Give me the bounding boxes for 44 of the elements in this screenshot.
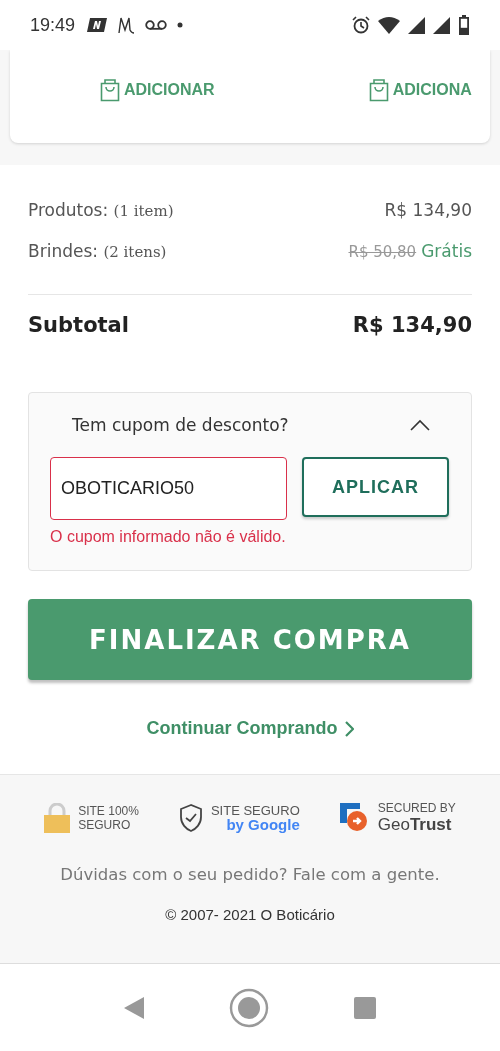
shopping-bag-icon	[368, 78, 389, 102]
recents-button[interactable]	[354, 996, 376, 1019]
old-price: R$ 50,80	[348, 243, 417, 261]
badge-text: SITE 100%	[78, 804, 139, 818]
shield-check-icon	[178, 804, 203, 832]
badge-text: GeoTrust	[377, 815, 453, 835]
coupon-field[interactable]: OBOTICARIO50	[50, 457, 287, 520]
item-count: (1 item)	[113, 202, 174, 220]
clock-time: 19:49	[30, 14, 76, 36]
badge-text: by Google	[225, 818, 300, 832]
add-to-bag-button[interactable]: ADICIONA	[368, 78, 472, 102]
shopping-bag-icon	[100, 78, 120, 102]
voicemail-icon	[145, 20, 168, 30]
home-button[interactable]	[229, 987, 269, 1028]
chevron-right-icon	[343, 720, 354, 737]
summary-label: Produtos:	[28, 200, 109, 220]
letter-m-icon	[117, 16, 136, 34]
checkout-button[interactable]: FINALIZAR COMPRA	[28, 599, 472, 680]
subtotal-label: Subtotal	[28, 313, 129, 337]
price-value: R$ 134,90	[384, 200, 472, 220]
notification-icon	[87, 18, 108, 32]
subtotal-value: R$ 134,90	[352, 313, 472, 337]
apply-button[interactable]: APLICAR	[302, 457, 449, 517]
continue-shopping-link[interactable]: Continuar Comprando	[146, 718, 354, 739]
signal-icon	[408, 16, 425, 34]
badge-text: SITE SEGURO	[210, 804, 300, 818]
geotrust-logo-icon	[339, 803, 370, 833]
padlock-icon	[44, 803, 71, 833]
coupon-toggle[interactable]: Tem cupom de desconto?	[50, 393, 450, 457]
error-message: O cupom informado não é válido.	[50, 527, 287, 547]
wifi-icon	[378, 16, 400, 34]
alarm-icon	[352, 16, 370, 34]
copyright-text: © 2007- 2021 O Boticário	[165, 906, 335, 923]
add-to-bag-button[interactable]: ADICIONAR	[100, 78, 215, 102]
summary-label: Brindes:	[28, 241, 98, 261]
back-button[interactable]	[124, 996, 144, 1019]
badge-text: SEGURO	[78, 818, 132, 832]
signal-icon	[433, 16, 450, 34]
dot-icon	[177, 22, 184, 28]
item-count: (2 itens)	[103, 243, 167, 261]
badge-text: SECURED BY	[377, 801, 456, 815]
battery-icon	[458, 15, 470, 35]
help-text: Dúvidas com o seu pedido? Fale com a gente.	[60, 865, 440, 884]
free-price: Grátis	[421, 241, 472, 261]
